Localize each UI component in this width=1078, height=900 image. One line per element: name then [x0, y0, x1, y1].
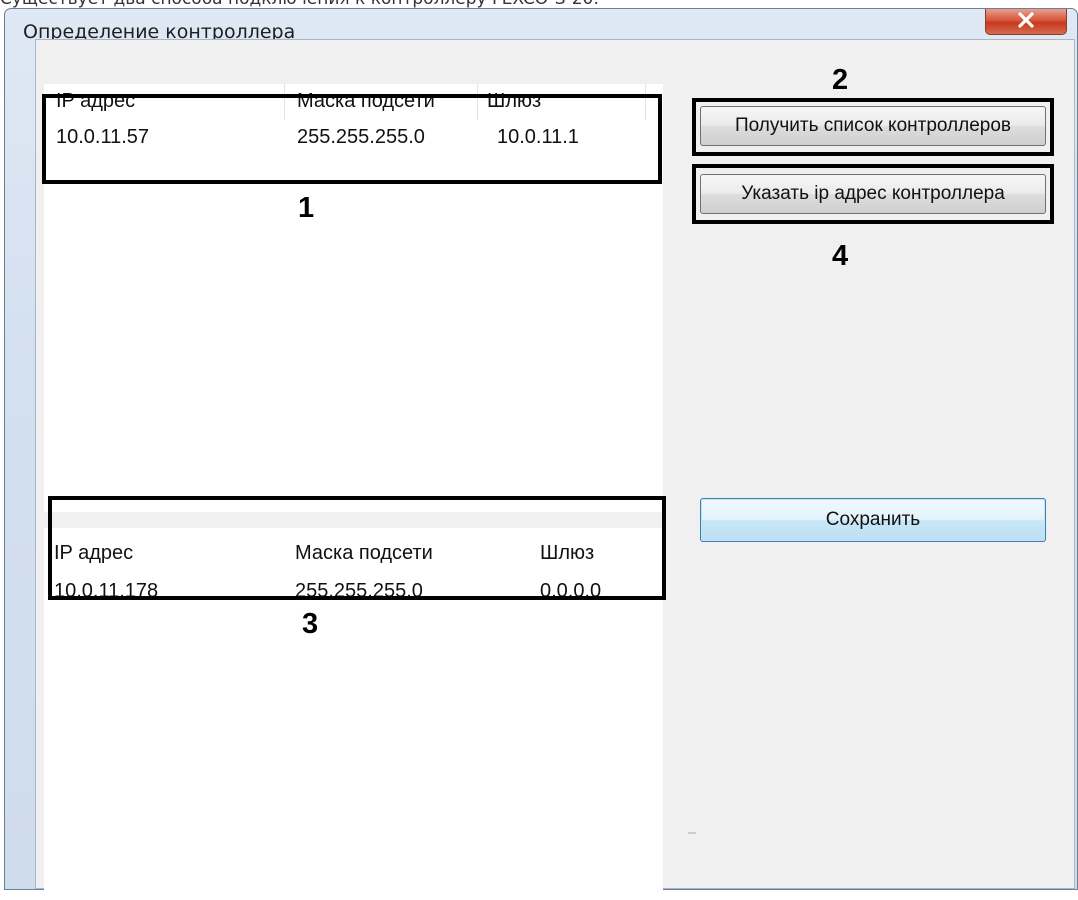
dialog-window: Определение контроллера IP адрес Маска п…	[4, 8, 1078, 900]
callout-number-1: 1	[298, 192, 315, 224]
callout-number-3: 3	[302, 608, 319, 640]
title-bar[interactable]: Определение контроллера	[5, 9, 1077, 43]
save-button[interactable]: Сохранить	[700, 498, 1046, 542]
highlight-box-2	[692, 98, 1054, 156]
highlight-box-1	[42, 94, 662, 184]
list-scroll-edge	[688, 832, 696, 834]
highlight-box-4	[692, 164, 1054, 224]
callout-number-2: 2	[832, 64, 849, 96]
close-button[interactable]	[985, 9, 1067, 35]
close-x-icon	[1015, 11, 1037, 33]
dialog-client-area: IP адрес Маска подсети Шлюз 10.0.11.57 2…	[35, 39, 1075, 900]
highlight-box-3	[48, 496, 666, 600]
callout-number-4: 4	[832, 240, 849, 272]
